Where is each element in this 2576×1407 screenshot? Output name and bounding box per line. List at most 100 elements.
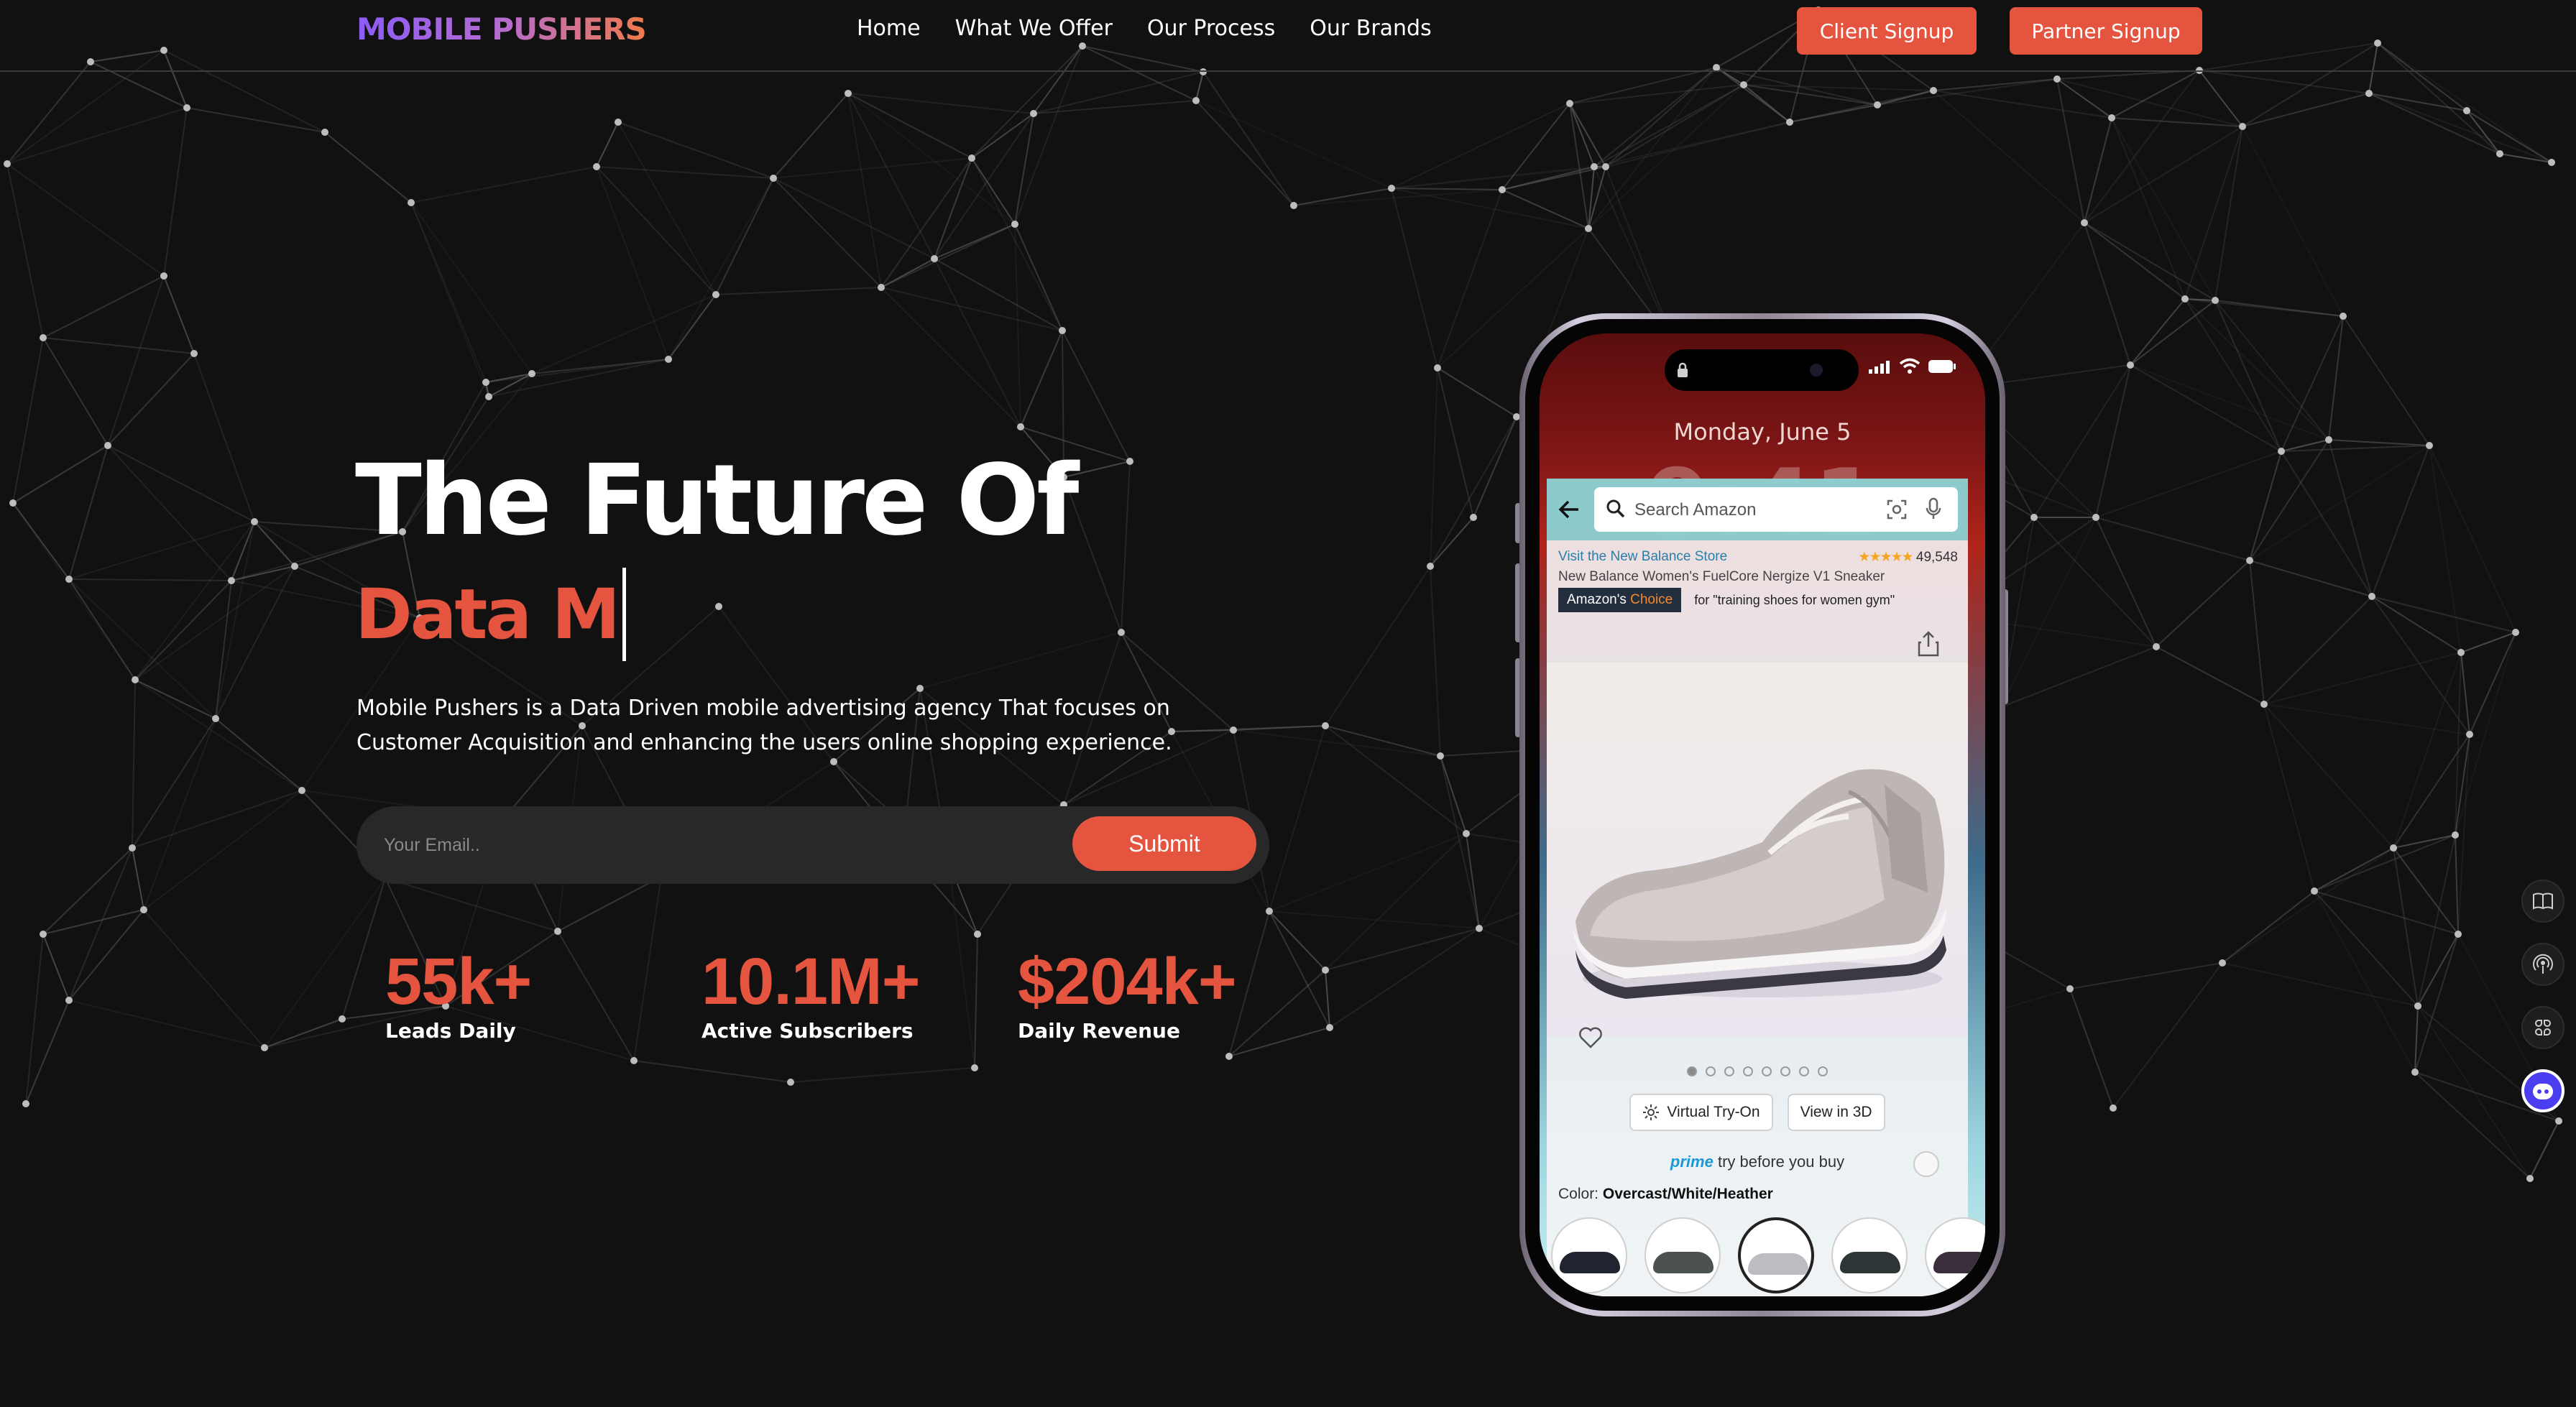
navbar: MOBILE PUSHERS Home What We Offer Our Pr…: [0, 0, 2576, 72]
network-line: [2156, 646, 2265, 705]
virtual-tryon-button[interactable]: Virtual Try-On: [1629, 1094, 1773, 1131]
email-input[interactable]: [384, 825, 1031, 865]
grid-icon[interactable]: [2521, 1006, 2564, 1049]
network-node: [2219, 959, 2226, 967]
client-signup-button[interactable]: Client Signup: [1797, 7, 1977, 55]
network-node: [190, 350, 198, 357]
network-node: [2455, 931, 2462, 938]
network-line: [132, 679, 136, 849]
microphone-icon[interactable]: [1925, 497, 1942, 520]
network-line: [410, 166, 597, 203]
heart-icon[interactable]: [1578, 1026, 1603, 1049]
product-image[interactable]: [1547, 663, 1968, 1036]
network-line: [2056, 78, 2112, 119]
color-swatch[interactable]: [1925, 1217, 1985, 1293]
carousel-dot[interactable]: [1687, 1066, 1697, 1076]
network-line: [2460, 652, 2470, 735]
network-line: [1121, 461, 1131, 633]
color-swatch[interactable]: [1644, 1217, 1721, 1293]
network-node: [2368, 593, 2375, 600]
stat-value: 55k+: [385, 945, 532, 1018]
color-swatch-selected[interactable]: [1738, 1217, 1814, 1293]
phone-screen: Monday, June 5 9:41 Search Amazon: [1540, 333, 1985, 1296]
camera-scan-icon[interactable]: [1886, 499, 1908, 520]
network-line: [2084, 222, 2131, 366]
network-node: [261, 1044, 268, 1051]
podcast-icon[interactable]: [2521, 943, 2564, 986]
network-node: [2239, 123, 2246, 130]
carousel-dot[interactable]: [1724, 1066, 1734, 1076]
view-3d-button[interactable]: View in 3D: [1787, 1094, 1885, 1131]
network-line: [1293, 189, 1503, 206]
network-line: [715, 177, 774, 295]
network-node: [787, 1079, 794, 1086]
nav-link-our-process[interactable]: Our Process: [1147, 16, 1275, 41]
nav-link-home[interactable]: Home: [857, 16, 921, 41]
network-line: [934, 258, 1021, 428]
carousel-dot[interactable]: [1743, 1066, 1753, 1076]
network-line: [2455, 652, 2462, 836]
search-input[interactable]: Search Amazon: [1594, 487, 1958, 532]
network-line: [42, 909, 144, 935]
carousel-dot[interactable]: [1706, 1066, 1716, 1076]
carousel-dot[interactable]: [1818, 1066, 1828, 1076]
network-line: [668, 177, 774, 360]
network-line: [1062, 330, 1131, 462]
carousel-dot[interactable]: [1780, 1066, 1790, 1076]
network-line: [1020, 330, 1063, 428]
share-icon[interactable]: [1918, 631, 1939, 657]
network-line: [2328, 315, 2344, 440]
network-line: [974, 933, 978, 1069]
color-swatch[interactable]: [1831, 1217, 1908, 1293]
network-line: [324, 132, 412, 203]
nav-link-our-brands[interactable]: Our Brands: [1310, 16, 1431, 41]
network-line: [2056, 78, 2243, 127]
network-line: [42, 847, 133, 935]
network-line: [2184, 298, 2329, 440]
network-line: [134, 521, 255, 681]
color-swatch[interactable]: [1551, 1217, 1627, 1293]
virtual-tryon-label: Virtual Try-On: [1667, 1104, 1760, 1120]
logo[interactable]: MOBILE PUSHERS: [356, 11, 647, 47]
carousel-dot[interactable]: [1762, 1066, 1772, 1076]
network-line: [2199, 70, 2243, 127]
network-line: [68, 521, 255, 580]
network-line: [132, 847, 144, 910]
store-link[interactable]: Visit the New Balance Store: [1558, 549, 1727, 564]
network-node: [712, 291, 719, 298]
network-node: [2512, 629, 2519, 636]
carousel-dot[interactable]: [1799, 1066, 1809, 1076]
network-node: [321, 129, 328, 136]
typed-word: Data M: [355, 574, 620, 655]
network-line: [1195, 71, 1204, 101]
network-line: [2111, 117, 2216, 301]
network-line: [2130, 298, 2186, 366]
prime-toggle[interactable]: [1913, 1151, 1939, 1177]
network-line: [1430, 566, 1441, 757]
submit-button[interactable]: Submit: [1072, 816, 1256, 871]
network-line: [2281, 451, 2373, 597]
tryon-icon: [1643, 1104, 1660, 1120]
network-line: [1325, 566, 1431, 726]
partner-signup-button[interactable]: Partner Signup: [2010, 7, 2202, 55]
network-line: [1430, 517, 1474, 567]
back-arrow-icon[interactable]: [1557, 497, 1581, 522]
nav-link-what-we-offer[interactable]: What We Offer: [955, 16, 1113, 41]
chat-bot-icon[interactable]: [2521, 1069, 2564, 1112]
network-line: [6, 163, 165, 277]
network-line: [1391, 188, 1503, 190]
network-line: [531, 294, 717, 374]
network-line: [2214, 300, 2344, 317]
network-line: [1437, 189, 1503, 369]
network-line: [6, 163, 44, 338]
view-options: Virtual Try-On View in 3D: [1547, 1094, 1968, 1131]
amazon-app-screen: Search Amazon Visit the New Balance Stor…: [1547, 479, 1985, 1296]
color-label: Color:: [1558, 1186, 1599, 1202]
book-icon[interactable]: [2521, 880, 2564, 923]
network-line: [254, 521, 295, 567]
network-line: [847, 93, 972, 159]
network-line: [2112, 962, 2223, 1109]
network-line: [880, 287, 1063, 331]
network-node: [2548, 159, 2555, 166]
network-line: [2199, 70, 2370, 94]
